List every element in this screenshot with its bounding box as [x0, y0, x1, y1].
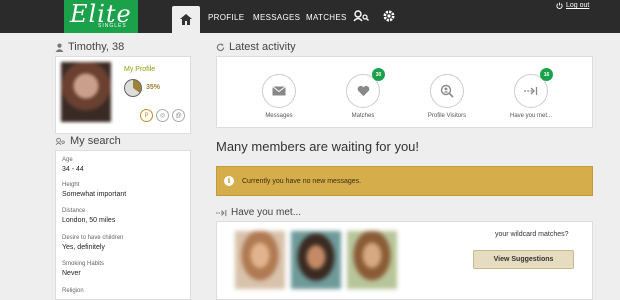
- latest-activity-panel: Messages 30 Matches Profile Visitors 16 …: [216, 56, 593, 128]
- activity-label: Have you met...: [509, 113, 553, 119]
- search-field-smoking[interactable]: Smoking Habits Never: [62, 261, 104, 277]
- field-value: Never: [62, 270, 81, 277]
- refresh-icon: [216, 42, 225, 51]
- field-label: Smoking Habits: [62, 261, 105, 267]
- top-navigation-bar: Elite SINGLES PROFILE MESSAGES MATCHES L…: [0, 0, 620, 33]
- search-field-age[interactable]: Age 34 - 44: [62, 157, 84, 173]
- nav-profile[interactable]: PROFILE: [208, 13, 244, 22]
- activity-have-you-met[interactable]: 16 Have you met...: [496, 68, 566, 119]
- logo-subtext: SINGLES: [98, 23, 127, 29]
- field-label: Desire to have children: [62, 235, 124, 241]
- view-suggestions-button[interactable]: View Suggestions: [473, 250, 574, 269]
- field-value: Yes, definitely: [62, 244, 105, 251]
- have-you-met-heading: Have you met...: [216, 207, 301, 218]
- profile-photo[interactable]: [61, 62, 111, 122]
- profile-completion-pie: [124, 79, 142, 97]
- candidate-photo[interactable]: [347, 231, 397, 289]
- heart-icon: [357, 85, 369, 97]
- power-icon: [556, 2, 563, 9]
- field-value: Somewhat important: [62, 191, 127, 198]
- search-users-icon[interactable]: [353, 9, 369, 28]
- user-icon: [55, 43, 64, 52]
- waiting-message: Many members are waiting for you!: [216, 139, 420, 154]
- activity-label: Matches: [351, 113, 375, 119]
- arrow-meet-icon: [216, 209, 227, 216]
- search-field-religion[interactable]: Religion: [62, 288, 84, 297]
- profile-card: My Profile 35% P ◎ @: [55, 56, 191, 134]
- field-label: Religion: [62, 288, 84, 294]
- candidate-photo[interactable]: [291, 231, 341, 289]
- gear-icon[interactable]: [382, 9, 396, 28]
- verified-badge-icon[interactable]: @: [172, 109, 185, 122]
- user-title: Timothy, 38: [68, 41, 125, 53]
- field-label: Height: [62, 182, 80, 188]
- envelope-icon: [272, 86, 286, 96]
- field-label: Distance: [62, 208, 86, 214]
- activity-label: Messages: [265, 113, 293, 119]
- have-you-met-panel: your wildcard matches? View Suggestions: [216, 221, 593, 300]
- latest-activity-title: Latest activity: [229, 41, 296, 53]
- arrow-meet-icon: [524, 87, 538, 95]
- my-profile-link[interactable]: My Profile: [124, 66, 155, 73]
- activity-circle: [262, 74, 296, 108]
- alert-text: Currently you have no new messages.: [242, 178, 362, 185]
- have-you-met-title: Have you met...: [231, 207, 302, 218]
- home-tab[interactable]: [172, 6, 200, 33]
- nav-matches[interactable]: MATCHES: [306, 13, 347, 22]
- profile-badges: P ◎ @: [140, 109, 185, 122]
- home-icon: [180, 14, 192, 25]
- my-search-panel: Age 34 - 44 Height Somewhat important Di…: [55, 150, 191, 300]
- wildcard-matches-text: your wildcard matches?: [495, 231, 569, 238]
- search-field-children[interactable]: Desire to have children Yes, definitely: [62, 235, 123, 251]
- visitor-search-icon: [440, 84, 454, 98]
- have-you-met-count-badge: 16: [540, 68, 553, 81]
- candidate-photo[interactable]: [235, 231, 285, 289]
- logout-link[interactable]: Log out: [556, 2, 589, 9]
- search-field-height[interactable]: Height Somewhat important: [62, 182, 126, 198]
- info-icon: i: [224, 176, 234, 186]
- field-value: 34 - 44: [62, 166, 84, 173]
- field-label: Age: [62, 157, 73, 163]
- my-search-heading: My search: [55, 135, 121, 147]
- premium-badge-icon[interactable]: P: [140, 109, 153, 122]
- activity-circle: [430, 74, 464, 108]
- activity-messages[interactable]: Messages: [244, 74, 314, 119]
- matches-count-badge: 30: [372, 68, 385, 81]
- activity-matches[interactable]: 30 Matches: [328, 68, 398, 119]
- field-value: London, 50 miles: [62, 217, 116, 224]
- my-search-title: My search: [70, 135, 121, 147]
- profile-completion-percent: 35%: [146, 84, 161, 91]
- nav-messages[interactable]: MESSAGES: [253, 13, 300, 22]
- elite-singles-logo[interactable]: Elite SINGLES: [64, 0, 138, 33]
- activity-profile-visitors[interactable]: Profile Visitors: [412, 74, 482, 119]
- activity-circle: 30: [346, 68, 385, 108]
- photo-badge-icon[interactable]: ◎: [156, 109, 169, 122]
- user-heading: Timothy, 38: [55, 41, 124, 53]
- latest-activity-heading: Latest activity: [216, 41, 296, 53]
- activity-label: Profile Visitors: [427, 113, 467, 119]
- search-field-distance[interactable]: Distance London, 50 miles: [62, 208, 115, 224]
- activity-circle: 16: [514, 68, 553, 108]
- no-messages-alert: i Currently you have no new messages.: [216, 166, 593, 196]
- search-users-icon: [55, 137, 65, 145]
- logout-label: Log out: [566, 2, 590, 9]
